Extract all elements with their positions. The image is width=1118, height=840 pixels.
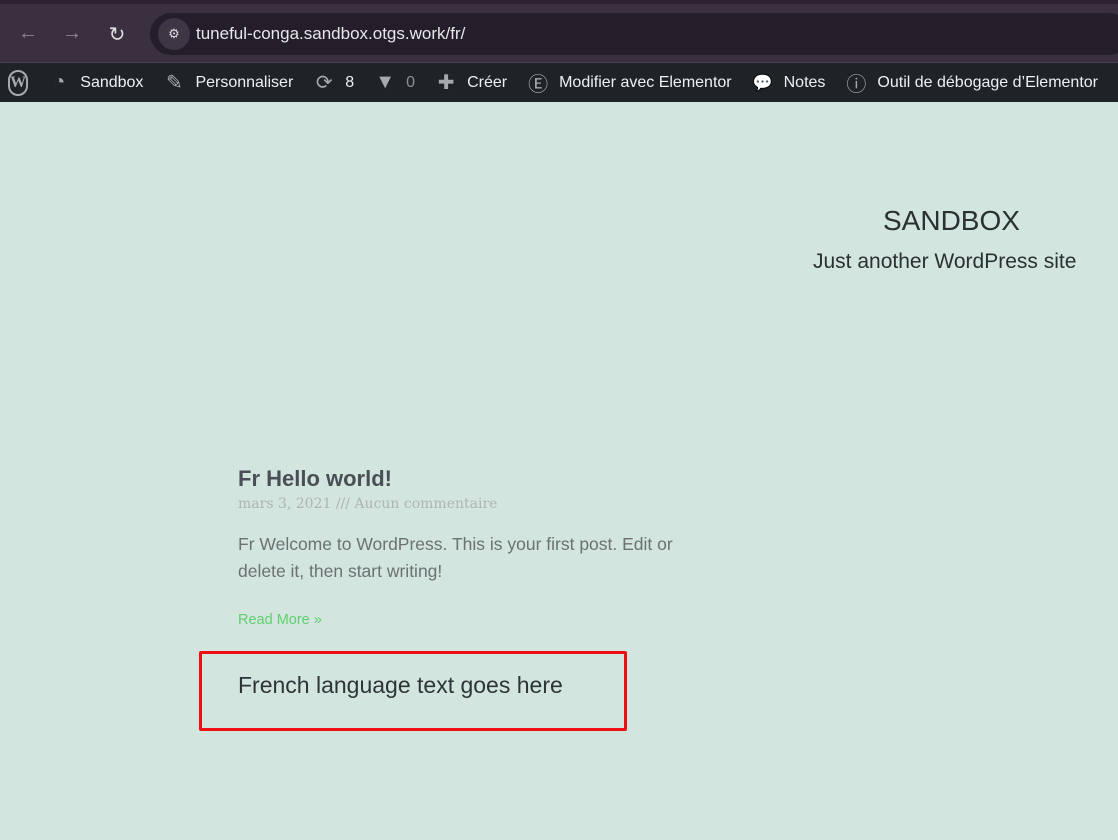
dashboard-icon: ◔ — [53, 71, 66, 93]
elementor-icon: Ⓔ — [528, 74, 549, 96]
label: Sandbox — [80, 73, 144, 91]
admin-bar-sandbox[interactable]: ◔ Sandbox — [48, 71, 143, 94]
post-excerpt: Fr Welcome to WordPress. This is your fi… — [238, 534, 673, 581]
plus-icon: ✚ — [437, 72, 455, 94]
label: Notes — [783, 73, 826, 91]
label: Modifier avec Elementor — [559, 73, 732, 91]
site-settings-icon[interactable]: ⚙ — [158, 18, 190, 50]
info-icon: ⓘ — [846, 74, 867, 96]
admin-bar-new[interactable]: ✚ Créer — [435, 70, 507, 95]
updates-icon: ⟳ — [315, 72, 333, 94]
admin-bar-elementor-debugger[interactable]: ⓘ Outil de débogage d’Elementor — [845, 68, 1098, 97]
wordpress-logo-icon[interactable]: W — [8, 69, 29, 96]
post-title[interactable]: Fr Hello world! — [238, 466, 392, 492]
notes-icon: 💬 — [752, 74, 773, 92]
admin-bar-elementor-edit[interactable]: Ⓔ Modifier avec Elementor — [527, 68, 732, 97]
updates-count: 8 — [345, 73, 355, 91]
admin-bar-customize[interactable]: ✎ Personnaliser — [163, 70, 293, 95]
site-title[interactable]: SANDBOX — [883, 205, 1020, 237]
address-bar[interactable]: ⚙ tuneful-conga.sandbox.otgs.work/fr/ — [150, 13, 1118, 55]
admin-bar-comments[interactable]: ▼ 0 — [374, 71, 415, 94]
browser-toolbar: ← → ↻ ⚙ tuneful-conga.sandbox.otgs.work/… — [0, 0, 1118, 62]
comment-icon: ▼ — [375, 71, 396, 93]
admin-bar-notes[interactable]: 💬 Notes — [752, 73, 826, 93]
comments-count: 0 — [406, 73, 416, 91]
label: Outil de débogage d’Elementor — [877, 73, 1098, 91]
forward-button[interactable]: → — [60, 22, 84, 45]
read-more-link[interactable]: Read More » — [238, 612, 322, 628]
reload-button[interactable]: ↻ — [105, 22, 129, 47]
site-tagline: Just another WordPress site — [813, 250, 1077, 273]
wp-admin-bar: W ◔ Sandbox ✎ Personnaliser ⟳ 8 ▼ 0 ✚ Créer Ⓔ… — [0, 62, 1118, 102]
label: Créer — [467, 73, 508, 91]
post-meta: mars 3, 2021 /// Aucun commentaire — [238, 496, 498, 512]
back-button[interactable]: ← — [16, 22, 40, 45]
brush-icon: ✎ — [166, 72, 183, 94]
label: Personnaliser — [195, 73, 294, 91]
url-text[interactable]: tuneful-conga.sandbox.otgs.work/fr/ — [196, 24, 465, 44]
french-text: French language text goes here — [238, 672, 563, 698]
admin-bar-updates[interactable]: ⟳ 8 — [313, 70, 354, 95]
